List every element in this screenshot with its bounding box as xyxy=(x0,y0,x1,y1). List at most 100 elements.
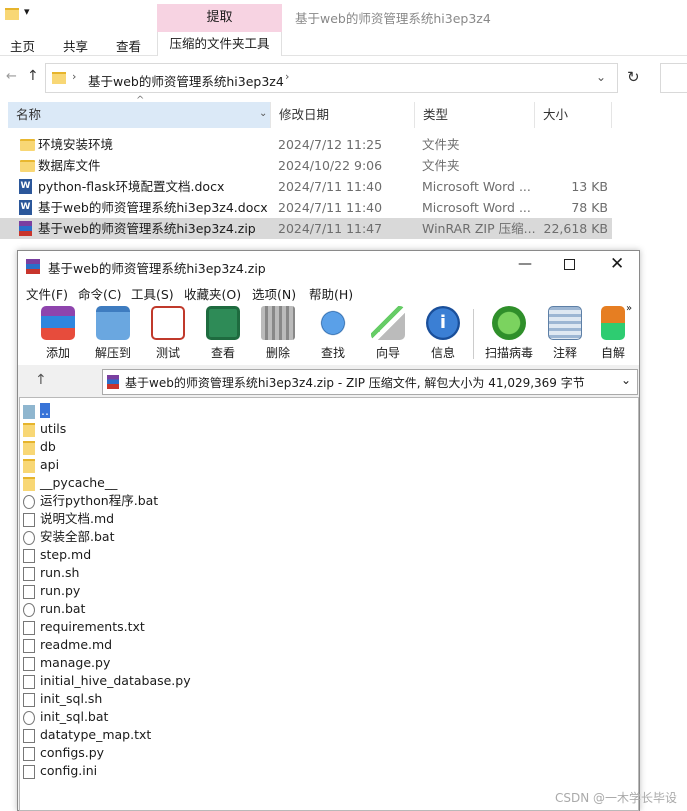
menu-commands[interactable]: 命令(C) xyxy=(78,284,121,303)
archive-entry-name: configs.py xyxy=(40,745,105,760)
tab-home[interactable]: 主页 xyxy=(10,36,35,55)
address-row: ← ↑ › 基于web的师资管理系统hi3ep3z4 › ⌄ ↻ xyxy=(0,60,687,96)
menu-help[interactable]: 帮助(H) xyxy=(309,284,353,303)
file-icon xyxy=(23,746,35,761)
up-arrow-icon[interactable]: ↑ xyxy=(35,372,47,388)
archive-entry[interactable]: configs.py xyxy=(23,744,104,762)
archive-entry[interactable]: utils xyxy=(23,420,66,438)
window-title: 基于web的师资管理系统hi3ep3z4 xyxy=(295,11,491,26)
sfx-label: 自解 xyxy=(600,346,625,360)
archive-entry[interactable]: initial_hive_database.py xyxy=(23,672,191,690)
extract-to-label: 解压到 xyxy=(94,346,131,360)
archive-entry-name: readme.md xyxy=(40,637,113,652)
winrar-pathbar: ↑ 基于web的师资管理系统hi3ep3z4.zip - ZIP 压缩文件, 解… xyxy=(18,367,639,397)
folder-icon xyxy=(23,476,35,491)
file-row[interactable]: W 基于web的师资管理系统hi3ep3z4.docx 2024/7/11 11… xyxy=(0,197,612,218)
chevron-right-icon[interactable]: › xyxy=(72,70,76,83)
menu-tools[interactable]: 工具(S) xyxy=(131,284,174,303)
archive-entry[interactable]: readme.md xyxy=(23,636,112,654)
tab-compressed-folder-tools[interactable]: 压缩的文件夹工具 xyxy=(157,32,282,56)
file-size: 13 KB xyxy=(571,179,608,194)
scan-virus-button[interactable]: 扫描病毒 xyxy=(479,306,539,362)
archive-entry[interactable]: 安装全部.bat xyxy=(23,528,114,546)
address-bar[interactable]: › 基于web的师资管理系统hi3ep3z4 › ⌄ xyxy=(45,63,618,93)
archive-entry[interactable]: api xyxy=(23,456,59,474)
tab-share[interactable]: 共享 xyxy=(63,36,88,55)
archive-entry[interactable]: .. xyxy=(23,402,50,420)
winrar-icon xyxy=(26,259,40,274)
chevron-down-icon[interactable]: ⌄ xyxy=(596,70,606,84)
comment-label: 注释 xyxy=(552,346,577,360)
minimize-icon[interactable]: — xyxy=(518,256,532,272)
menu-file[interactable]: 文件(F) xyxy=(26,284,68,303)
archive-entry-name: db xyxy=(40,439,56,454)
search-input[interactable] xyxy=(660,63,687,93)
column-header-row: 名称 ^ ⌄ 修改日期 类型 大小 xyxy=(0,95,687,128)
archive-entry[interactable]: __pycache__ xyxy=(23,474,117,492)
comment-button[interactable]: 注释 xyxy=(539,306,591,362)
extract-to-button[interactable]: 解压到 xyxy=(87,306,139,362)
close-icon[interactable]: ✕ xyxy=(610,254,624,274)
archive-entry[interactable]: 说明文档.md xyxy=(23,510,114,528)
winrar-archive-icon xyxy=(107,375,119,389)
archive-entry[interactable]: config.ini xyxy=(23,762,97,780)
menu-favorites[interactable]: 收藏夹(O) xyxy=(184,284,241,303)
find-label: 查找 xyxy=(320,346,345,360)
archive-entry[interactable]: run.bat xyxy=(23,600,85,618)
wizard-button[interactable]: 向导 xyxy=(362,306,414,362)
view-button[interactable]: 查看 xyxy=(197,306,249,362)
file-row[interactable]: 环境安装环境 2024/7/12 11:25 文件夹 xyxy=(0,134,612,155)
archive-entry[interactable]: db xyxy=(23,438,56,456)
maximize-icon[interactable] xyxy=(564,259,575,270)
file-icon xyxy=(23,566,35,581)
file-row[interactable]: W python-flask环境配置文档.docx 2024/7/11 11:4… xyxy=(0,176,612,197)
archive-entry[interactable]: step.md xyxy=(23,546,91,564)
file-icon xyxy=(23,656,35,671)
file-row-selected[interactable]: 基于web的师资管理系统hi3ep3z4.zip 2024/7/11 11:47… xyxy=(0,218,612,239)
menu-options[interactable]: 选项(N) xyxy=(252,284,296,303)
file-modified: 2024/7/12 11:25 xyxy=(278,137,383,152)
column-size[interactable]: 大小 xyxy=(534,102,612,128)
archive-path: 基于web的师资管理系统hi3ep3z4.zip - ZIP 压缩文件, 解包大… xyxy=(125,376,585,390)
archive-entry[interactable]: 运行python程序.bat xyxy=(23,492,158,510)
column-modified[interactable]: 修改日期 xyxy=(270,102,414,128)
archive-entry[interactable]: manage.py xyxy=(23,654,110,672)
file-name: 基于web的师资管理系统hi3ep3z4.docx xyxy=(38,200,268,215)
sfx-button[interactable]: 自解 xyxy=(590,306,636,362)
chevron-right-icon[interactable]: › xyxy=(285,70,289,83)
archive-entry[interactable]: datatype_map.txt xyxy=(23,726,151,744)
archive-entry-name: api xyxy=(40,457,60,472)
tab-extract[interactable]: 提取 xyxy=(157,4,282,32)
refresh-icon[interactable]: ↻ xyxy=(627,68,640,86)
test-button[interactable]: 测试 xyxy=(142,306,194,362)
archive-entry[interactable]: init_sql.sh xyxy=(23,690,102,708)
trash-icon xyxy=(261,306,295,340)
chevron-down-icon[interactable]: ⌄ xyxy=(259,108,267,119)
chevron-down-icon[interactable]: ⌄ xyxy=(621,373,631,387)
tab-view[interactable]: 查看 xyxy=(116,36,141,55)
quick-access-chevron-icon[interactable]: ▾ xyxy=(24,5,30,18)
folder-icon xyxy=(23,458,35,473)
find-button[interactable]: 查找 xyxy=(307,306,359,362)
file-modified: 2024/7/11 11:40 xyxy=(278,200,383,215)
file-row[interactable]: 数据库文件 2024/10/22 9:06 文件夹 xyxy=(0,155,612,176)
file-size: 78 KB xyxy=(571,200,608,215)
back-arrow-icon[interactable]: ← xyxy=(6,69,17,84)
scan-virus-label: 扫描病毒 xyxy=(484,346,533,360)
sort-arrow-icon: ^ xyxy=(136,95,145,106)
archive-entry[interactable]: run.sh xyxy=(23,564,79,582)
archive-path-box[interactable]: 基于web的师资管理系统hi3ep3z4.zip - ZIP 压缩文件, 解包大… xyxy=(102,369,638,395)
up-arrow-icon[interactable]: ↑ xyxy=(27,68,39,84)
archive-entry[interactable]: init_sql.bat xyxy=(23,708,108,726)
toolbar-overflow-icon[interactable]: » xyxy=(626,303,632,314)
column-type[interactable]: 类型 xyxy=(414,102,534,128)
archive-entry[interactable]: run.py xyxy=(23,582,80,600)
info-button[interactable]: i 信息 xyxy=(417,306,469,362)
file-icon xyxy=(23,674,35,689)
winrar-title: 基于web的师资管理系统hi3ep3z4.zip xyxy=(48,261,266,276)
archive-entry[interactable]: requirements.txt xyxy=(23,618,145,636)
add-button[interactable]: 添加 xyxy=(32,306,84,362)
delete-button[interactable]: 删除 xyxy=(252,306,304,362)
winrar-archive-icon xyxy=(19,221,32,236)
add-label: 添加 xyxy=(45,346,70,360)
